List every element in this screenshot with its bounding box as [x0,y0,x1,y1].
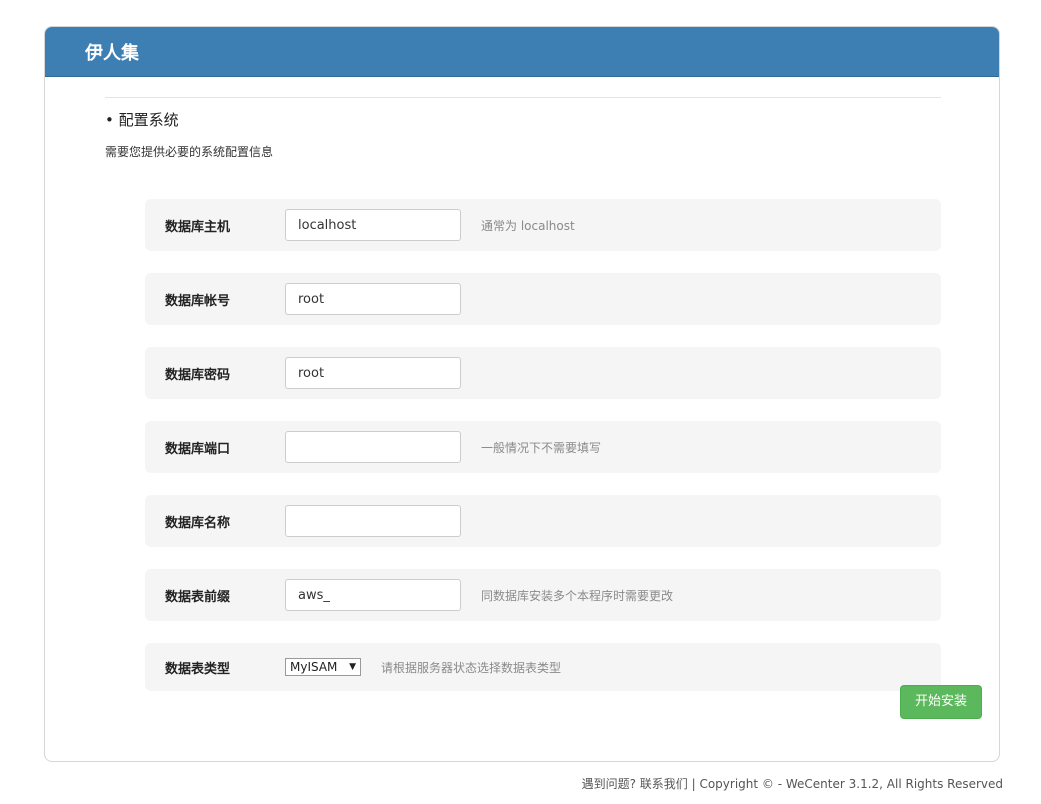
panel-header: 伊人集 [45,27,999,77]
field-label: 数据库帐号 [165,293,231,309]
section-title: • 配置系统 [105,111,179,129]
db-host-input[interactable] [285,209,461,241]
field-label: 数据库密码 [165,367,231,383]
caret-down-icon: ▼ [349,662,356,672]
form-row-table-engine: 数据表类型 MyISAM ▼ 请根据服务器状态选择数据表类型 [145,643,941,691]
panel-title: 伊人集 [85,42,139,64]
config-form: 数据库主机 通常为 localhost 数据库帐号 数据库密码 数据库端口 一般… [145,199,941,713]
install-panel: 伊人集 • 配置系统 需要您提供必要的系统配置信息 数据库主机 通常为 loca… [44,26,1000,762]
field-label: 数据表前缀 [165,589,231,605]
select-value: MyISAM [290,660,338,674]
field-label: 数据表类型 [165,661,231,677]
field-help: 请根据服务器状态选择数据表类型 [381,660,562,675]
db-port-input[interactable] [285,431,461,463]
start-install-button[interactable]: 开始安装 [900,685,982,719]
field-help: 同数据库安装多个本程序时需要更改 [481,588,674,603]
field-label: 数据库端口 [165,441,231,457]
divider [105,97,941,98]
form-row-db-host: 数据库主机 通常为 localhost [145,199,941,251]
field-label: 数据库主机 [165,219,231,235]
footer: 遇到问题? 联系我们 | Copyright © - WeCenter 3.1.… [581,777,1003,791]
form-row-db-password: 数据库密码 [145,347,941,399]
form-row-db-port: 数据库端口 一般情况下不需要填写 [145,421,941,473]
db-password-input[interactable] [285,357,461,389]
field-help: 一般情况下不需要填写 [481,440,602,455]
field-label: 数据库名称 [165,515,231,531]
section-description: 需要您提供必要的系统配置信息 [105,145,274,159]
table-prefix-input[interactable] [285,579,461,611]
form-row-table-prefix: 数据表前缀 同数据库安装多个本程序时需要更改 [145,569,941,621]
table-engine-select[interactable]: MyISAM ▼ [285,658,361,676]
form-row-db-user: 数据库帐号 [145,273,941,325]
db-user-input[interactable] [285,283,461,315]
form-row-db-name: 数据库名称 [145,495,941,547]
field-help: 通常为 localhost [481,218,575,233]
db-name-input[interactable] [285,505,461,537]
